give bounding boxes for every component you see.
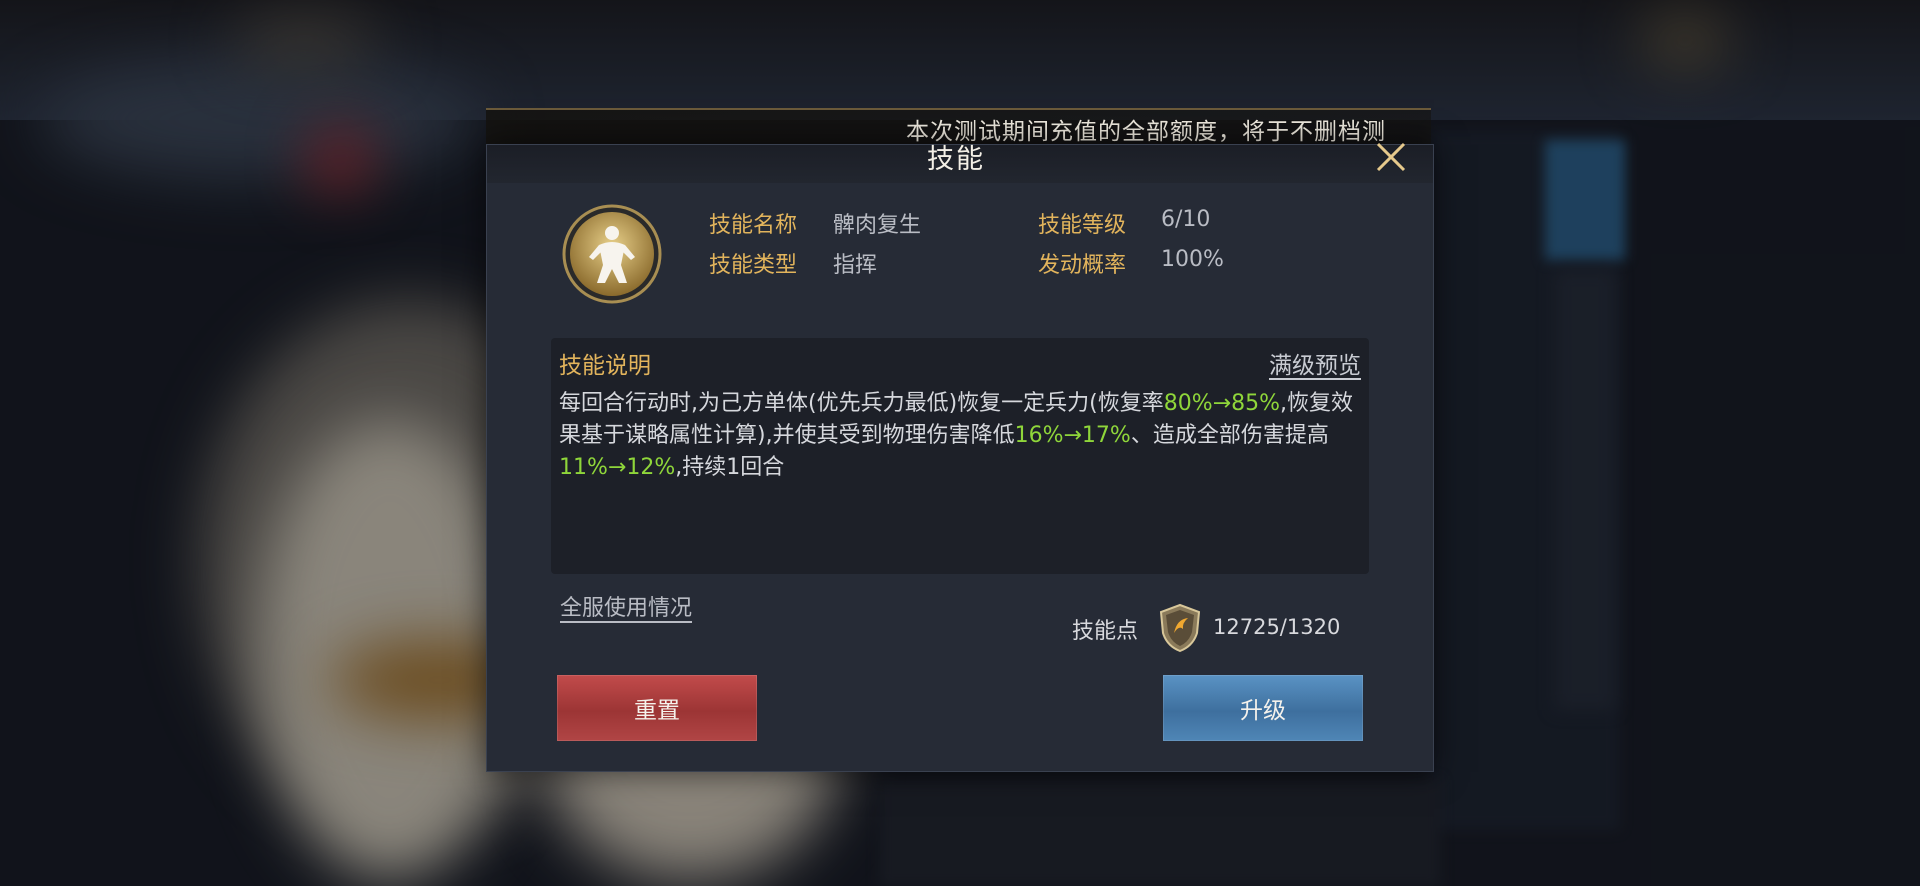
dialog-title: 技能 [927, 144, 985, 175]
skill-level-value: 6/10 [1161, 207, 1211, 232]
skill-dialog: 技能 技能名称 髀肉复生 技能等级 6/10 技能类型 指挥 发动概率 100%… [486, 142, 1434, 772]
reset-button-label: 重置 [634, 698, 680, 724]
skill-points-label: 技能点 [1072, 619, 1139, 644]
description-text: 每回合行动时,为己方单体(优先兵力最低)恢复一定兵力(恢复率80%→85%,恢复… [559, 388, 1359, 484]
description-segment: 、造成全部伤害提高 [1130, 423, 1329, 448]
max-level-preview-link[interactable]: 满级预览 [1269, 346, 1361, 380]
description-segment: ,持续1回合 [675, 455, 785, 480]
skill-description-panel: 技能说明 满级预览 每回合行动时,为己方单体(优先兵力最低)恢复一定兵力(恢复率… [551, 338, 1369, 574]
description-highlight-value: 80%→85% [1163, 391, 1280, 416]
trigger-chance-label: 发动概率 [1038, 253, 1127, 278]
skill-name-value: 髀肉复生 [833, 213, 922, 238]
skill-name-label: 技能名称 [709, 213, 798, 238]
skill-point-shield-icon [1159, 603, 1201, 653]
close-button[interactable] [1369, 135, 1413, 179]
upgrade-button[interactable]: 升级 [1163, 675, 1363, 741]
description-highlight-value: 16%→17% [1014, 423, 1131, 448]
upgrade-button-label: 升级 [1240, 698, 1286, 724]
skill-type-value: 指挥 [833, 253, 878, 278]
description-segment: 每回合行动时,为己方单体(优先兵力最低)恢复一定兵力(恢复率 [559, 391, 1164, 416]
description-highlight-value: 11%→12% [559, 455, 676, 480]
reset-button[interactable]: 重置 [557, 675, 757, 741]
close-icon [1376, 142, 1406, 172]
description-title: 技能说明 [559, 353, 651, 379]
server-usage-link[interactable]: 全服使用情况 [560, 590, 692, 622]
skill-points-value: 12725/1320 [1213, 615, 1341, 639]
skill-heal-icon [562, 204, 662, 304]
trigger-chance-value: 100% [1161, 247, 1224, 272]
skill-level-label: 技能等级 [1038, 213, 1127, 238]
skill-type-label: 技能类型 [709, 253, 798, 278]
